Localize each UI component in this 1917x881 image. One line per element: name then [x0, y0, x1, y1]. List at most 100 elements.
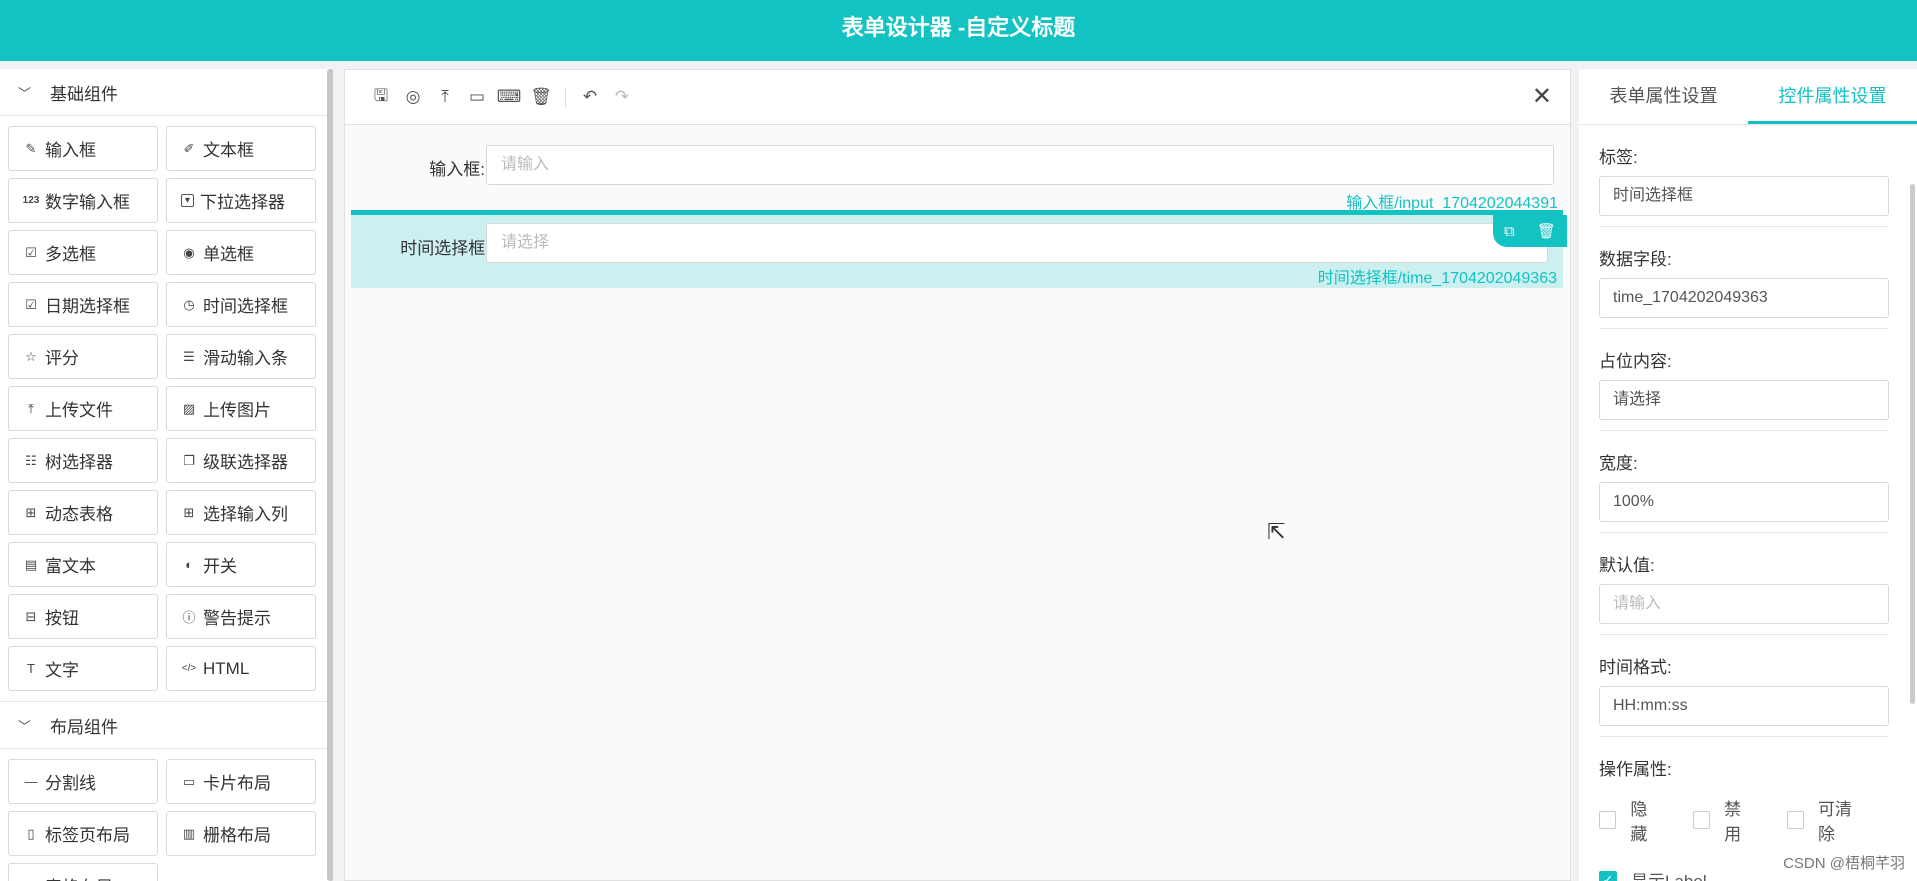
component-label: 单选框 [203, 245, 254, 264]
component-item[interactable]: ⊞ 选择输入列 [166, 490, 316, 535]
component-item[interactable]: ▤ 富文本 [8, 542, 158, 587]
component-item[interactable]: ☆ 评分 [8, 334, 158, 379]
watermark: CSDN @梧桐芊羽 [1783, 855, 1905, 872]
delete-icon[interactable]: 🗑 [525, 81, 557, 113]
delete-icon[interactable]: 🗑 [1537, 222, 1556, 240]
tab-form-props[interactable]: 表单属性设置 [1579, 69, 1748, 124]
component-item[interactable]: ✐ 文本框 [166, 126, 316, 171]
clearable-checkbox[interactable]: 可清除 [1786, 795, 1867, 845]
component-label: 滑动输入条 [203, 349, 288, 368]
tree-icon: ☷ [25, 452, 37, 468]
component-item[interactable]: ⤒ 上传文件 [8, 386, 158, 431]
group-header-layout[interactable]: ﹀ 布局组件 [0, 702, 333, 749]
component-panel: ﹀ 基础组件 ✎ 输入框 ✐ 文本框 123 数字输入框 ▾ 下拉选择器 ☑ 多选框 ◉ 单… [0, 69, 333, 881]
save-icon[interactable]: 🖫 [365, 81, 397, 113]
properties-panel: 表单属性设置 控件属性设置 标签: 时间选择框 数据字段: time_17042… [1579, 69, 1917, 881]
upload-icon[interactable]: ⤒ [429, 81, 461, 113]
prop-label: 占位内容: [1599, 352, 1672, 371]
chevron-down-icon: ﹀ [18, 85, 32, 101]
component-label: 上传文件 [45, 401, 113, 420]
data-field-input[interactable]: time_1704202049363 [1599, 278, 1889, 318]
component-item[interactable]: ◐ 开关 [166, 542, 316, 587]
redo-icon[interactable]: ↷ [606, 81, 638, 113]
number-icon: 123 [22, 195, 40, 206]
properties-tabs: 表单属性设置 控件属性设置 [1579, 69, 1917, 125]
slider-icon: ☰ [183, 348, 195, 364]
time-format-input[interactable]: HH:mm:ss [1599, 686, 1889, 726]
component-item[interactable]: ⓘ 警告提示 [166, 594, 316, 639]
component-item[interactable]: ⊞ 动态表格 [8, 490, 158, 535]
component-item[interactable]: ▦ 表格布局 [8, 863, 158, 881]
form-field-time-selected[interactable]: 时间选择框: 请选择 时间选择框/time_1704202049363 ⧉ 🗑 [351, 210, 1567, 288]
component-item[interactable]: ☷ 树选择器 [8, 438, 158, 483]
close-icon[interactable]: ✕ [1532, 82, 1552, 111]
calendar-icon: ☑ [25, 296, 37, 312]
component-label: 日期选择框 [45, 297, 130, 316]
checkbox-icon: ☑ [25, 244, 37, 260]
component-item[interactable]: ◷ 时间选择框 [166, 282, 316, 327]
checkbox-box[interactable] [1786, 811, 1805, 829]
prop-label: 默认值: [1599, 556, 1655, 575]
component-label: 卡片布局 [203, 774, 271, 793]
field-label: 输入框: [429, 160, 485, 179]
layout-components-grid: — 分割线 ▭ 卡片布局 ▯ 标签页布局 ▥ 栅格布局 ▦ 表格布局 [0, 749, 333, 881]
table-icon: ⊞ [25, 504, 37, 520]
component-item[interactable]: T 文字 [8, 646, 158, 691]
checkbox-box[interactable] [1599, 811, 1617, 829]
component-label: 表格布局 [45, 873, 113, 881]
hidden-checkbox[interactable]: 隐藏 [1599, 795, 1663, 845]
group-header-basic[interactable]: ﹀ 基础组件 [0, 69, 333, 116]
component-item[interactable]: ⊟ 按钮 [8, 594, 158, 639]
divider [1599, 226, 1889, 227]
component-item[interactable]: ▥ 栅格布局 [166, 811, 316, 856]
wallet-icon[interactable]: ▭ [461, 81, 493, 113]
right-scrollbar[interactable] [1910, 184, 1915, 704]
time-picker-field[interactable]: 请选择 [486, 223, 1548, 263]
terminal-icon[interactable]: ⌨ [493, 81, 525, 113]
preview-icon[interactable]: ◎ [397, 81, 429, 113]
divider [1599, 634, 1889, 635]
component-item[interactable]: ◉ 单选框 [166, 230, 316, 275]
form-field-input[interactable]: 输入框: 请输入 输入框/input_1704202044391 [345, 145, 1570, 212]
checkbox-box[interactable] [1692, 811, 1711, 829]
component-item[interactable]: ▯ 标签页布局 [8, 811, 158, 856]
component-item[interactable]: </> HTML [166, 646, 316, 691]
component-item[interactable]: ▾ 下拉选择器 [166, 178, 316, 223]
label-input[interactable]: 时间选择框 [1599, 176, 1889, 216]
component-item[interactable]: ☑ 日期选择框 [8, 282, 158, 327]
default-value-input[interactable]: 请输入 [1599, 584, 1889, 624]
component-label: 分割线 [45, 774, 96, 793]
input-field[interactable]: 请输入 [486, 145, 1554, 185]
star-icon: ☆ [25, 348, 37, 364]
left-scrollbar[interactable] [327, 69, 333, 881]
component-label: 警告提示 [203, 609, 271, 628]
prop-label: 操作属性: [1599, 760, 1672, 779]
copy-icon[interactable]: ⧉ [1504, 223, 1515, 240]
component-label: 输入框 [45, 141, 96, 160]
image-icon: ▨ [182, 400, 196, 416]
placeholder-input[interactable]: 请选择 [1599, 380, 1889, 420]
component-item[interactable]: ☰ 滑动输入条 [166, 334, 316, 379]
selected-actions: ⧉ 🗑 [1493, 215, 1567, 247]
tab-control-props[interactable]: 控件属性设置 [1748, 69, 1917, 124]
show-label-checkbox[interactable]: ✓ 显示Label [1599, 867, 1707, 881]
design-canvas[interactable]: 🖫 ◎ ⤒ ▭ ⌨ 🗑 ↶ ↷ ✕ 输入框: 请输入 输入框/input_170… [344, 69, 1571, 881]
width-input[interactable]: 100% [1599, 482, 1889, 522]
check-icon[interactable]: ✓ [1599, 870, 1617, 881]
component-item[interactable]: ▨ 上传图片 [166, 386, 316, 431]
chevron-down-icon: ﹀ [18, 718, 32, 734]
component-item[interactable]: ✎ 输入框 [8, 126, 158, 171]
operation-checks: 隐藏 禁用 可清除 [1599, 795, 1897, 845]
table-layout-icon: ▦ [23, 878, 39, 881]
component-item[interactable]: ▭ 卡片布局 [166, 759, 316, 804]
component-item[interactable]: ☑ 多选框 [8, 230, 158, 275]
prop-label: 标签: [1599, 148, 1638, 167]
undo-icon[interactable]: ↶ [574, 81, 606, 113]
component-item[interactable]: ❐ 级联选择器 [166, 438, 316, 483]
component-item[interactable]: — 分割线 [8, 759, 158, 804]
disabled-checkbox[interactable]: 禁用 [1692, 795, 1757, 845]
component-label: 数字输入框 [45, 193, 130, 212]
component-label: 按钮 [45, 609, 79, 628]
component-item[interactable]: 123 数字输入框 [8, 178, 158, 223]
checkbox-label: 显示Label [1631, 867, 1707, 881]
